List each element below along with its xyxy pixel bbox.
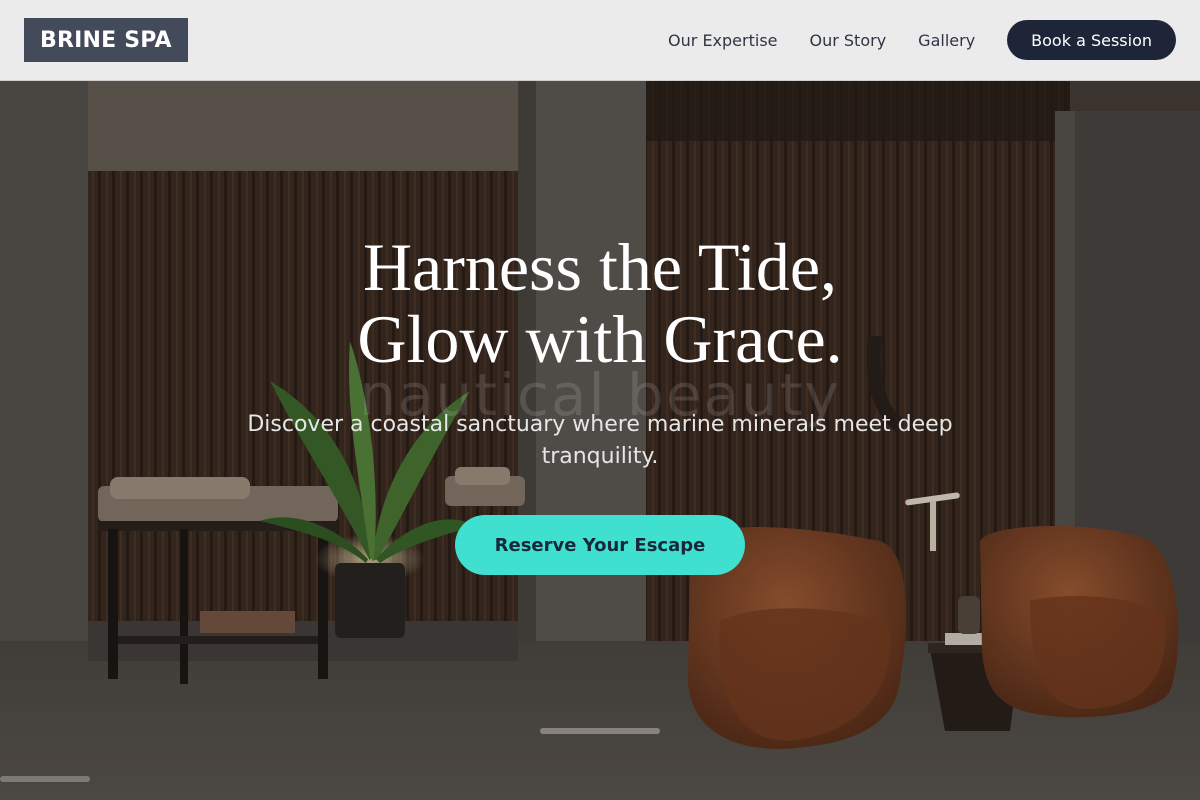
hero-section: nautical beauty Harness the Tide, Glow w… bbox=[0, 81, 1200, 800]
site-header: BRINE SPA Our Expertise Our Story Galler… bbox=[0, 0, 1200, 81]
reserve-escape-button[interactable]: Reserve Your Escape bbox=[455, 515, 745, 575]
main-nav: Our Expertise Our Story Gallery Book a S… bbox=[668, 20, 1176, 60]
brand-logo[interactable]: BRINE SPA bbox=[24, 18, 188, 62]
book-session-button[interactable]: Book a Session bbox=[1007, 20, 1176, 60]
hero-headline-line-1: Harness the Tide, bbox=[362, 229, 838, 305]
nav-link-gallery[interactable]: Gallery bbox=[918, 31, 975, 50]
hero-content: Harness the Tide, Glow with Grace. Disco… bbox=[0, 231, 1200, 575]
hero-headline-line-2: Glow with Grace. bbox=[357, 301, 843, 377]
nav-link-our-story[interactable]: Our Story bbox=[810, 31, 887, 50]
hero-subtitle: Discover a coastal sanctuary where marin… bbox=[247, 412, 953, 469]
hero-headline: Harness the Tide, Glow with Grace. bbox=[0, 231, 1200, 375]
brand-logo-text: BRINE SPA bbox=[40, 27, 172, 53]
nav-link-our-expertise[interactable]: Our Expertise bbox=[668, 31, 777, 50]
